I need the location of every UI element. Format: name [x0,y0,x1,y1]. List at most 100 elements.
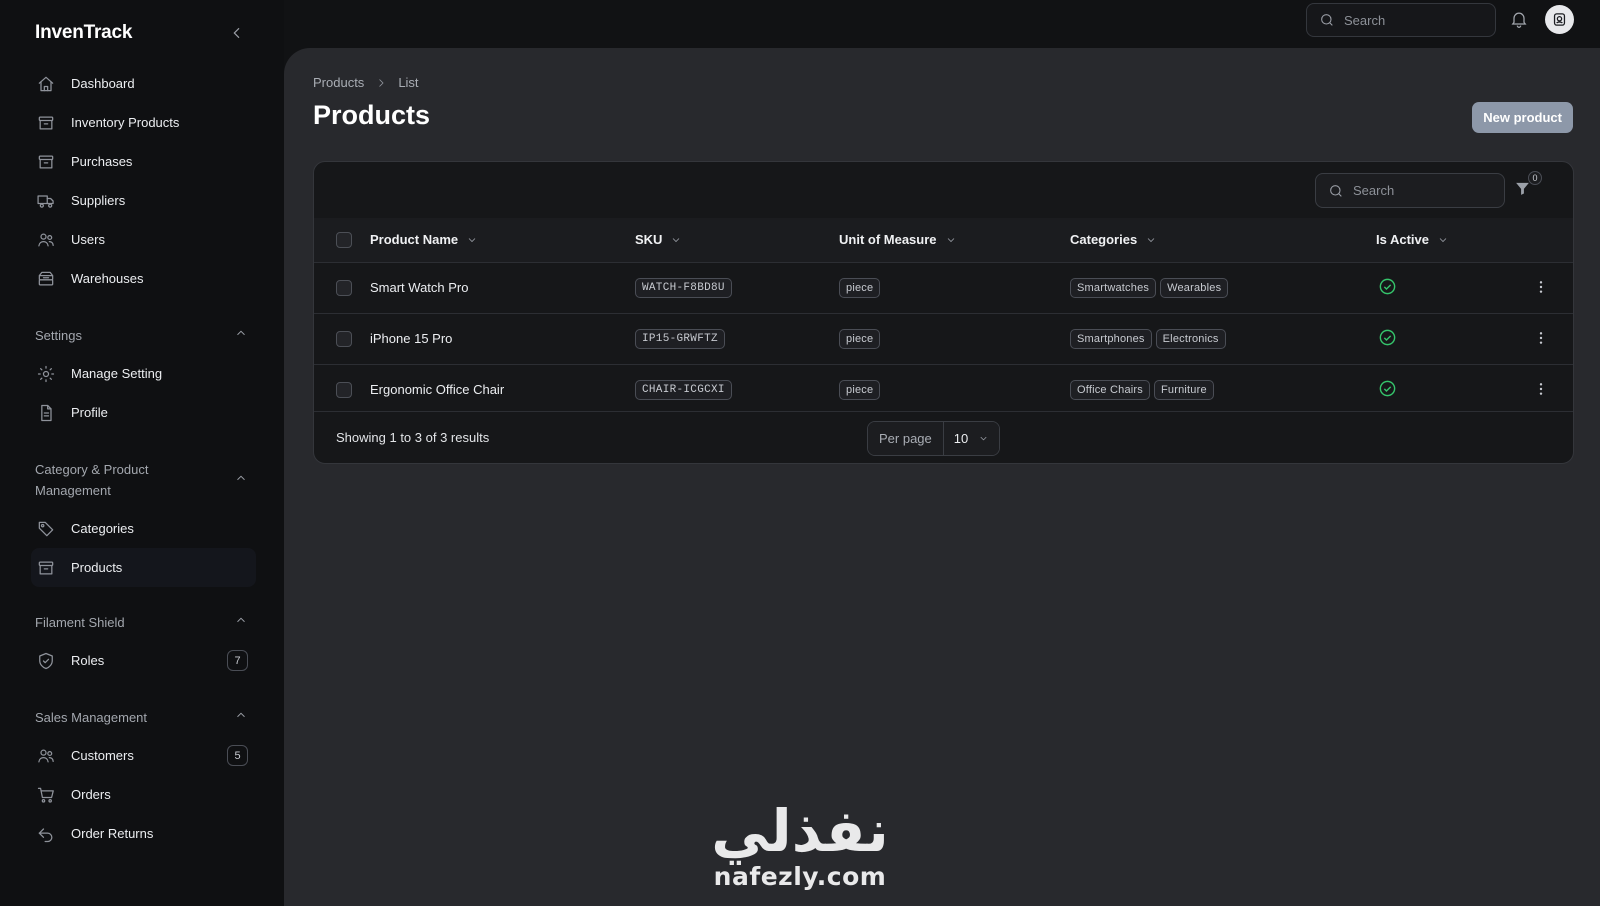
category-badge: Office Chairs [1070,379,1150,400]
chevron-down-icon [980,436,987,441]
sku-cell: WATCH-F8BD8U [635,262,839,313]
global-search[interactable] [1306,3,1496,37]
row-checkbox[interactable] [336,279,352,296]
sort-sku[interactable]: SKU [635,232,682,247]
select-all-checkbox[interactable] [336,231,352,248]
header-categories: Categories [1070,218,1376,262]
sidebar-item-dashboard[interactable]: Dashboard [31,64,252,103]
count-badge: 7 [227,650,248,671]
nav-group: Category & Product Management Categories P… [31,459,256,587]
table-body: Smart Watch Pro WATCH-F8BD8U piece Smartwat… [314,262,1573,415]
product-name-cell: Ergonomic Office Chair [370,382,505,398]
row-actions-cell [1526,262,1573,313]
document-icon [35,402,57,424]
sidebar-item-order-returns[interactable]: Order Returns [31,814,252,853]
sidebar: InvenTrack Dashboard Inventory Products Pu… [0,0,284,906]
nav-group-toggle[interactable]: Filament Shield [35,612,252,633]
archive-box-icon [35,151,57,173]
users-icon [35,229,57,251]
notifications-button[interactable] [1509,9,1529,31]
products-table: Product Name SKU Unit of Measure Categor… [314,218,1573,415]
sidebar-item-products[interactable]: Products [31,548,256,587]
row-actions-button[interactable] [1531,277,1551,297]
per-page-label: Per page [868,422,944,455]
sidebar-item-roles[interactable]: Roles 7 [31,641,252,680]
collapse-sidebar-button[interactable] [226,22,248,44]
row-actions-button[interactable] [1531,379,1551,399]
nav-group-toggle[interactable]: Category & Product Management [35,459,252,501]
nav-group-toggle[interactable]: Settings [35,325,252,346]
search-icon [1321,14,1333,26]
sku-cell: CHAIR-ICGCXI [635,364,839,415]
sku-badge: WATCH-F8BD8U [635,277,732,298]
column-label: Is Active [1376,232,1429,248]
truck-icon [35,190,57,212]
column-label: Unit of Measure [839,232,937,248]
home-icon [35,73,57,95]
table-search-input[interactable] [1353,183,1493,198]
breadcrumb: Products List [313,75,419,90]
chevron-down-icon [673,237,680,242]
sort-unit-of-measure[interactable]: Unit of Measure [839,232,957,247]
user-avatar[interactable] [1545,5,1574,34]
user-avatar-icon [1553,13,1566,26]
sidebar-item-customers[interactable]: Customers 5 [31,736,252,775]
nav-group-toggle[interactable]: Sales Management [35,707,252,728]
sidebar-item-users[interactable]: Users [31,220,252,259]
sidebar-item-label: Order Returns [71,826,154,841]
new-product-button[interactable]: New product [1472,102,1573,133]
global-search-input[interactable] [1344,12,1484,28]
sort-categories[interactable]: Categories [1070,232,1157,247]
return-arrow-icon [35,823,57,845]
uom-badge: piece [839,277,881,298]
sidebar-item-inventory-products[interactable]: Inventory Products [31,103,252,142]
sidebar-item-profile[interactable]: Profile [31,393,252,432]
sidebar-item-warehouses[interactable]: Warehouses [31,259,252,298]
chevron-down-icon [468,237,476,242]
table-row[interactable]: Ergonomic Office Chair CHAIR-ICGCXI piece O… [314,364,1573,415]
app-logo[interactable]: InvenTrack [35,22,132,44]
category-badge: Smartwatches [1070,277,1157,298]
gear-icon [35,363,57,385]
sidebar-item-label: Orders [71,787,111,802]
column-label: Product Name [370,232,459,248]
brand-row: InvenTrack [35,0,252,66]
sort-product-name[interactable]: Product Name [370,232,478,247]
sidebar-item-manage-setting[interactable]: Manage Setting [31,354,252,393]
is-active-cell [1376,364,1526,415]
row-actions-cell [1526,364,1573,415]
sidebar-item-label: Inventory Products [71,115,180,130]
category-badge: Furniture [1153,379,1214,400]
nav-group: Settings Manage Setting Profile [35,325,252,432]
table-search[interactable] [1315,173,1505,208]
sort-is-active[interactable]: Is Active [1376,232,1449,247]
nav-group-title: Category & Product Management [35,462,149,498]
category-badge: Smartphones [1070,328,1152,349]
row-checkbox[interactable] [336,381,352,398]
chevron-up-icon [234,325,248,346]
row-select-cell [314,313,370,364]
search-icon [1330,184,1342,197]
sidebar-item-label: Warehouses [71,271,144,286]
sidebar-item-categories[interactable]: Categories [31,509,252,548]
nav-group-title: Settings [35,328,82,343]
table-row[interactable]: iPhone 15 Pro IP15-GRWFTZ piece Smartphones… [314,313,1573,364]
row-checkbox[interactable] [336,330,352,347]
sidebar-item-orders[interactable]: Orders [31,775,252,814]
sidebar-item-purchases[interactable]: Purchases [31,142,252,181]
chevron-up-icon [234,612,248,633]
nav-groups: Settings Manage Setting Profile Category & … [31,325,256,853]
header-product-name: Product Name [370,218,635,262]
row-actions-button[interactable] [1531,328,1551,348]
sidebar-item-label: Manage Setting [71,366,163,381]
uom-badge: piece [839,328,881,349]
sidebar-item-suppliers[interactable]: Suppliers [31,181,252,220]
is-active-cell [1376,262,1526,313]
breadcrumb-products[interactable]: Products [313,75,364,90]
uom-cell: piece [839,364,1070,415]
table-row[interactable]: Smart Watch Pro WATCH-F8BD8U piece Smartwat… [314,262,1573,313]
chevron-up-icon [234,470,248,491]
column-label: SKU [635,232,663,248]
main-panel: Products List Products New product 0 Pro… [284,48,1600,906]
per-page-select[interactable]: 10 [943,422,999,455]
